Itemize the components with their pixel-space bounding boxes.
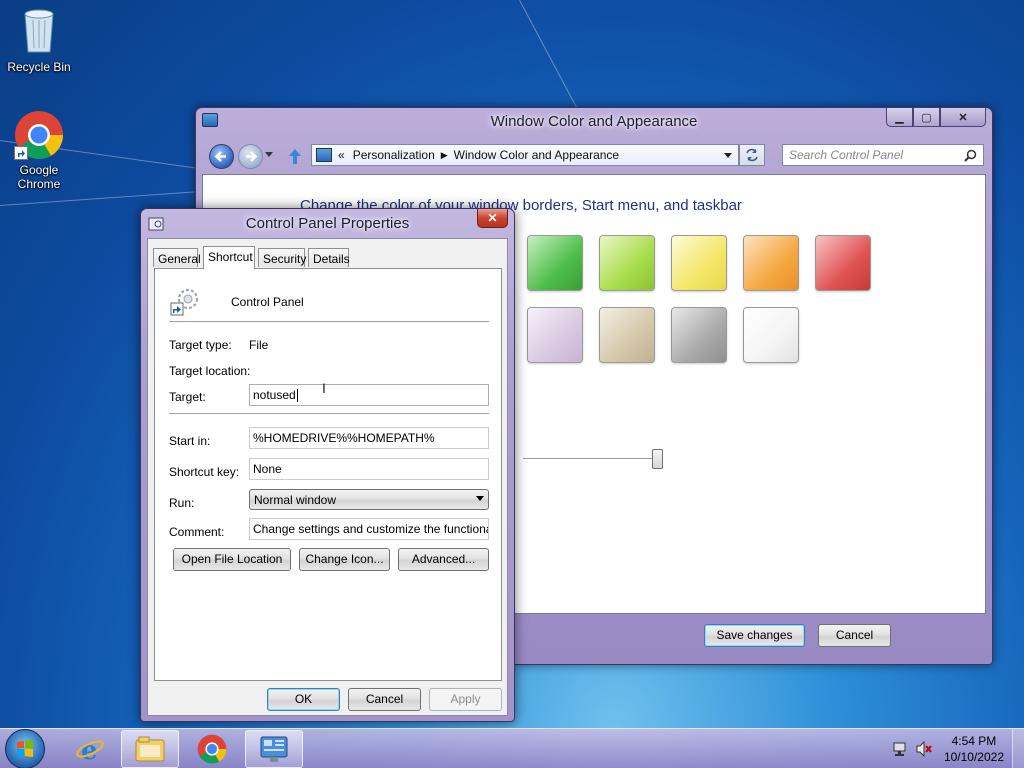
caption-buttons: ▁ ▢ ✕ [886, 108, 986, 127]
save-changes-button[interactable]: Save changes [704, 624, 805, 647]
show-desktop-button[interactable] [1012, 729, 1024, 768]
breadcrumb-personalization[interactable]: Personalization [353, 148, 435, 162]
search-placeholder: Search Control Panel [789, 148, 904, 162]
desktop-icon-recycle-bin[interactable]: Recycle Bin [1, 6, 77, 74]
shortcut-name: Control Panel [231, 295, 304, 309]
color-intensity-slider-track[interactable] [523, 458, 659, 460]
separator [169, 413, 489, 415]
apply-button[interactable]: Apply [429, 688, 502, 711]
breadcrumb-current[interactable]: Window Color and Appearance [454, 148, 619, 162]
text-caret [296, 389, 298, 403]
shortcut-arrow-icon [14, 146, 28, 160]
comment-label: Comment: [169, 525, 225, 539]
navigation-bar: « Personalization ▶ Window Color and App… [206, 142, 984, 170]
target-type-value: File [249, 338, 269, 352]
color-swatch-lime[interactable] [599, 235, 655, 291]
volume-muted-icon[interactable] [915, 740, 933, 760]
target-field[interactable]: notused [249, 384, 489, 406]
chrome-icon [197, 734, 227, 764]
windows-logo-icon [17, 740, 33, 757]
search-input[interactable]: Search Control Panel [782, 144, 984, 166]
close-button[interactable]: ✕ [940, 108, 986, 127]
color-swatch-red[interactable] [815, 235, 871, 291]
comment-field[interactable]: Change settings and customize the functi… [249, 518, 489, 540]
up-arrow-icon[interactable] [288, 147, 302, 168]
advanced-button[interactable]: Advanced... [398, 548, 489, 571]
color-swatch-lavender[interactable] [527, 307, 583, 363]
tab-general[interactable]: General [153, 248, 201, 267]
internet-explorer-icon: e [76, 736, 104, 764]
recent-pages-dropdown-icon[interactable] [265, 152, 273, 157]
open-file-location-button[interactable]: Open File Location [173, 548, 291, 571]
desktop-icon-label: Google Chrome [17, 163, 61, 191]
dialog-body: General Shortcut Security Details Contro… [147, 238, 508, 716]
breadcrumb-overflow-icon[interactable]: « [338, 148, 345, 162]
desktop-icon-google-chrome[interactable]: Google Chrome [1, 110, 77, 191]
breadcrumb-separator-icon[interactable]: ▶ [441, 150, 448, 161]
taskbar-control-panel[interactable] [245, 730, 303, 768]
color-swatch-green[interactable] [527, 235, 583, 291]
clock-time: 4:54 PM [951, 734, 997, 748]
color-swatch-taupe[interactable] [599, 307, 655, 363]
color-swatch-frost[interactable] [743, 307, 799, 363]
address-dropdown-icon[interactable] [724, 153, 732, 158]
taskbar-google-chrome[interactable] [183, 730, 241, 768]
control-panel-icon [316, 148, 332, 162]
color-swatch-slate[interactable] [671, 307, 727, 363]
recycle-bin-icon [1, 6, 77, 57]
start-in-label: Start in: [169, 434, 211, 448]
chrome-icon [14, 110, 64, 160]
ibeam-cursor-icon: I [322, 380, 326, 396]
shortcut-key-field[interactable]: None [249, 458, 489, 480]
dialog-close-button[interactable]: ✕ [477, 209, 508, 228]
run-select-value: Normal window [254, 493, 337, 507]
target-label: Target: [169, 390, 206, 404]
control-panel-shortcut-icon [169, 285, 201, 317]
shortcut-tab-panel: Control Panel Target type: File Target l… [154, 268, 502, 681]
clock-date: 10/10/2022 [943, 750, 1004, 764]
network-icon[interactable] [892, 741, 908, 760]
start-button[interactable] [5, 729, 45, 768]
folder-icon [135, 736, 165, 762]
address-bar[interactable]: « Personalization ▶ Window Color and App… [311, 144, 739, 166]
control-panel-icon [260, 736, 288, 762]
refresh-button[interactable] [739, 144, 765, 166]
target-type-label: Target type: [169, 338, 232, 352]
back-button[interactable] [209, 144, 234, 169]
change-icon-button[interactable]: Change Icon... [299, 548, 390, 571]
desktop-icon-label: Recycle Bin [7, 60, 71, 74]
refresh-icon [746, 148, 758, 162]
dialog-cancel-button[interactable]: Cancel [348, 688, 421, 711]
shortcut-key-label: Shortcut key: [169, 465, 240, 479]
tab-security[interactable]: Security [258, 248, 306, 267]
chevron-down-icon [476, 496, 484, 501]
tab-details[interactable]: Details [308, 248, 350, 267]
ok-button[interactable]: OK [267, 688, 340, 711]
start-in-field[interactable]: %HOMEDRIVE%%HOMEPATH% [249, 427, 489, 449]
system-clock[interactable]: 4:54 PM 10/10/2022 [944, 733, 1004, 765]
run-label: Run: [169, 496, 195, 510]
svg-text:e: e [81, 736, 98, 764]
taskbar-internet-explorer[interactable]: e [61, 730, 119, 768]
control-panel-properties-dialog: Control Panel Properties ✕ General Short… [140, 208, 515, 722]
taskbar: e 4:54 PM 10/10/2022 [0, 728, 1024, 768]
taskbar-windows-explorer[interactable] [121, 730, 179, 768]
forward-button[interactable] [238, 144, 263, 169]
search-icon[interactable] [964, 149, 977, 162]
tab-shortcut[interactable]: Shortcut [203, 246, 255, 269]
run-select[interactable]: Normal window [249, 489, 489, 510]
color-swatch-yellow[interactable] [671, 235, 727, 291]
color-swatch-orange[interactable] [743, 235, 799, 291]
target-field-value: notused [253, 388, 296, 402]
window-title: Window Color and Appearance [490, 113, 698, 130]
target-location-label: Target location: [169, 364, 251, 378]
cancel-button[interactable]: Cancel [818, 624, 891, 647]
dialog-title: Control Panel Properties [245, 215, 410, 232]
separator [169, 321, 489, 323]
color-intensity-slider-thumb[interactable] [652, 449, 663, 469]
minimize-button[interactable]: ▁ [886, 108, 913, 127]
maximize-button[interactable]: ▢ [913, 108, 940, 127]
